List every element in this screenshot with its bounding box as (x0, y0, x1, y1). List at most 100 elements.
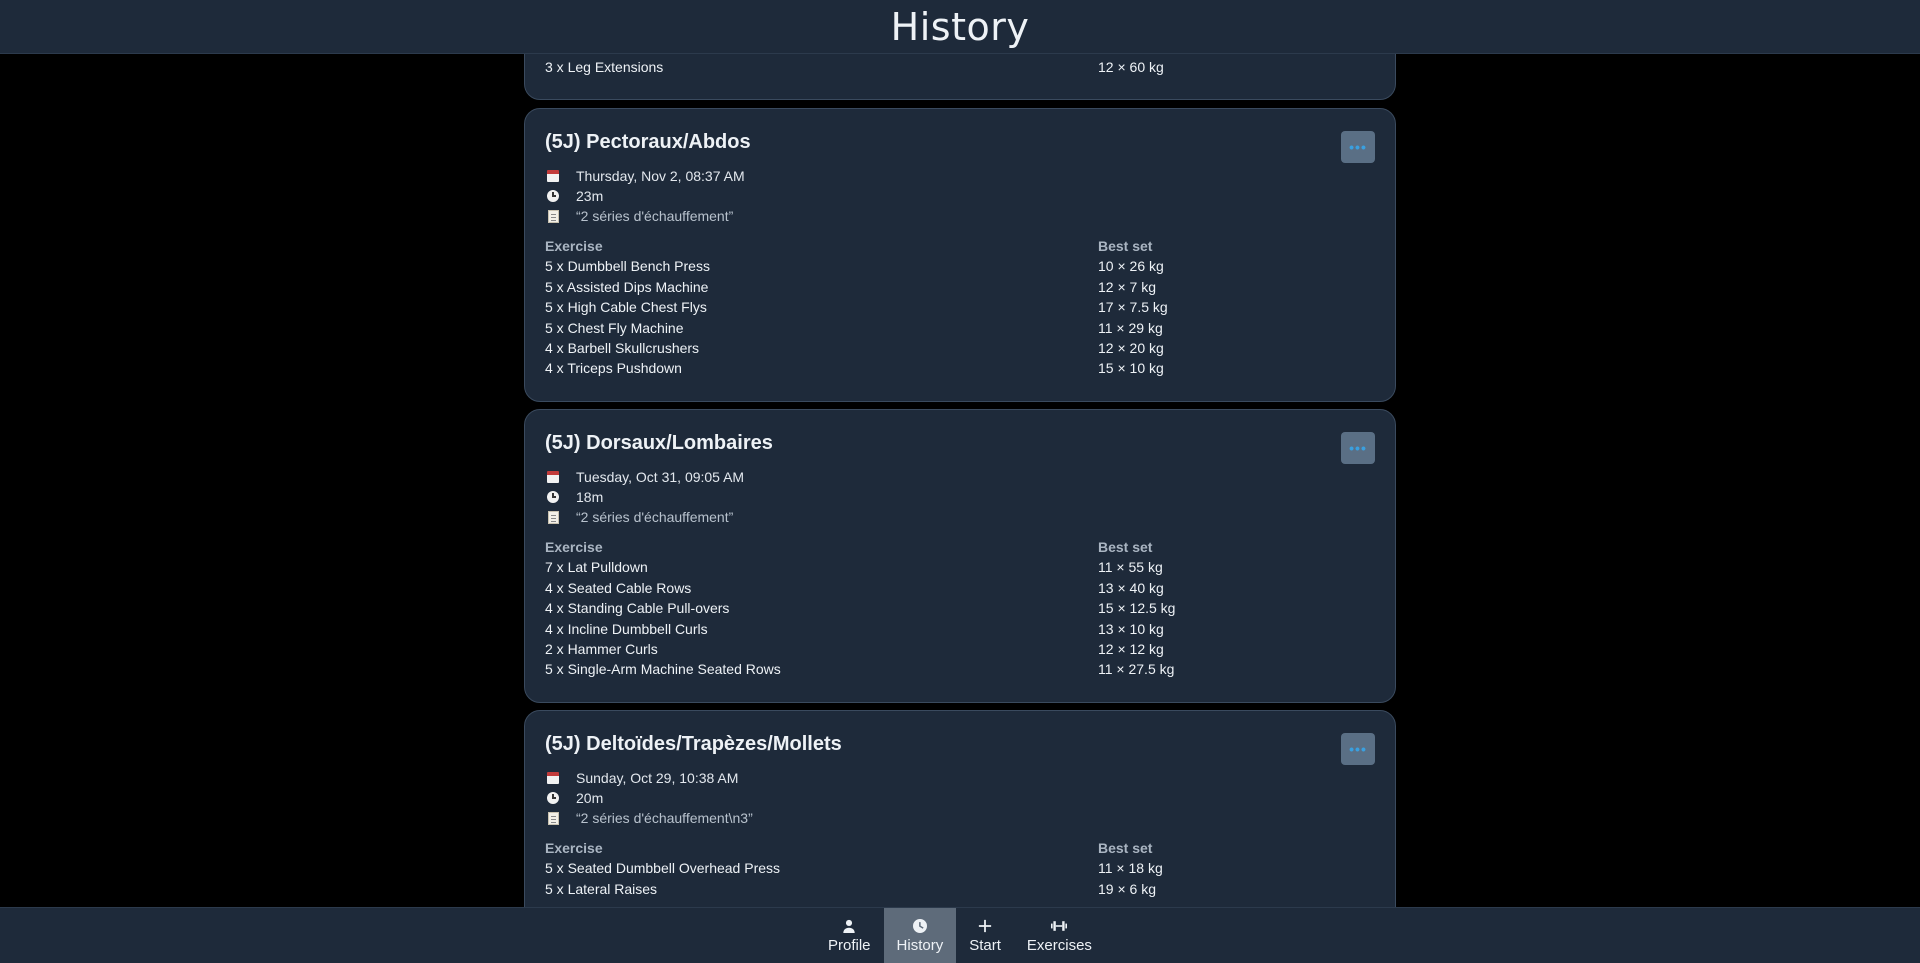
nav-start[interactable]: Start (956, 908, 1014, 963)
workout-title: (5J) Deltoïdes/Trapèzes/Mollets (545, 733, 842, 755)
table-row: 5 x High Cable Chest Flys 17 × 7.5 kg (545, 299, 1375, 319)
workout-date: Tuesday, Oct 31, 09:05 AM (545, 467, 744, 487)
workout-duration: 18m (545, 487, 744, 507)
exercise-name: 2 x Hammer Curls (545, 640, 658, 657)
page-title: History (890, 4, 1030, 49)
nav-label: Profile (828, 937, 871, 954)
best-set-column-header: Best set (1098, 238, 1153, 254)
exercise-name: 4 x Seated Cable Rows (545, 579, 692, 596)
table-row: 3 x Leg Extensions 12 × 60 kg (545, 59, 1375, 79)
best-set: 11 × 55 kg (1098, 559, 1163, 576)
best-set: 12 × 60 kg (1098, 59, 1164, 75)
best-set: 11 × 18 kg (1098, 860, 1163, 877)
workout-card[interactable]: (5J) Dorsaux/Lombaires ••• Tuesday, Oct … (524, 409, 1396, 703)
exercise-column-header: Exercise (545, 539, 603, 555)
table-header: Exercise Best set (545, 238, 1375, 258)
history-feed[interactable]: 3 x Leg Extensions 12 × 60 kg (5J) Pecto… (524, 0, 1396, 907)
workout-card[interactable]: (5J) Deltoïdes/Trapèzes/Mollets ••• Sund… (524, 710, 1396, 907)
clock-icon (545, 189, 561, 203)
nav-label: Exercises (1026, 937, 1092, 954)
workout-menu-button[interactable]: ••• (1341, 131, 1375, 163)
workout-menu-button[interactable]: ••• (1341, 733, 1375, 765)
workout-date: Thursday, Nov 2, 08:37 AM (545, 166, 745, 186)
best-set-column-header: Best set (1098, 840, 1153, 856)
person-icon (841, 918, 857, 934)
table-row: 7 x Lat Pulldown 11 × 55 kg (545, 559, 1375, 579)
exercise-name: 4 x Triceps Pushdown (545, 360, 682, 377)
table-row: 5 x Seated Dumbbell Overhead Press 11 × 1… (545, 860, 1375, 880)
calendar-icon (545, 771, 561, 785)
more-icon: ••• (1349, 741, 1367, 757)
exercise-column-header: Exercise (545, 840, 603, 856)
workout-meta: Thursday, Nov 2, 08:37 AM 23m “2 séries … (545, 166, 745, 226)
clock-icon (912, 918, 928, 934)
workout-note: “2 séries d'échauffement” (545, 507, 744, 527)
exercise-column-header: Exercise (545, 238, 603, 254)
app-header: History (0, 0, 1920, 54)
nav-history[interactable]: History (883, 908, 957, 963)
plus-icon (977, 918, 993, 934)
best-set: 17 × 7.5 kg (1098, 299, 1168, 316)
exercise-table: Exercise Best set 5 x Dumbbell Bench Pre… (545, 238, 1375, 381)
memo-icon (545, 811, 561, 825)
exercise-name: 5 x Assisted Dips Machine (545, 278, 709, 295)
calendar-icon (545, 470, 561, 484)
best-set: 11 × 29 kg (1098, 319, 1163, 336)
best-set: 11 × 27.5 kg (1098, 661, 1175, 678)
nav-exercises[interactable]: Exercises (1014, 908, 1105, 963)
workout-menu-button[interactable]: ••• (1341, 432, 1375, 464)
exercise-name: 4 x Barbell Skullcrushers (545, 339, 700, 356)
table-row: 4 x Triceps Pushdown 15 × 10 kg (545, 360, 1375, 380)
table-row: 2 x Hammer Curls 12 × 12 kg (545, 641, 1375, 661)
best-set: 12 × 7 kg (1098, 278, 1156, 295)
exercise-name: 5 x Lateral Raises (545, 880, 658, 897)
clock-icon (545, 490, 561, 504)
nav-items: Profile History Start Exercises (815, 908, 1105, 963)
more-icon: ••• (1349, 139, 1367, 155)
exercise-name: 5 x Chest Fly Machine (545, 319, 684, 336)
exercise-name: 4 x Incline Dumbbell Curls (545, 620, 708, 637)
exercise-table: Exercise Best set 7 x Lat Pulldown 11 × 5… (545, 539, 1375, 682)
exercise-table: Exercise Best set 5 x Seated Dumbbell Ov… (545, 840, 1375, 901)
calendar-icon (545, 169, 561, 183)
best-set: 10 × 26 kg (1098, 258, 1164, 275)
exercise-name: 3 x Leg Extensions (545, 59, 664, 75)
app-root: History 3 x Leg Extensions 12 × 60 kg (5… (0, 0, 1920, 963)
memo-icon (545, 510, 561, 524)
table-row: 4 x Barbell Skullcrushers 12 × 20 kg (545, 340, 1375, 360)
best-set: 12 × 12 kg (1098, 640, 1164, 657)
clock-icon (545, 791, 561, 805)
exercise-name: 7 x Lat Pulldown (545, 559, 648, 576)
workout-meta: Sunday, Oct 29, 10:38 AM 20m “2 séries d… (545, 768, 753, 828)
table-row: 4 x Standing Cable Pull-overs 15 × 12.5 k… (545, 600, 1375, 620)
bottom-nav: Profile History Start Exercises (0, 907, 1920, 963)
workout-title: (5J) Dorsaux/Lombaires (545, 432, 773, 454)
table-row: 5 x Lateral Raises 19 × 6 kg (545, 881, 1375, 901)
workout-note: “2 séries d'échauffement\n3” (545, 808, 753, 828)
exercise-name: 5 x High Cable Chest Flys (545, 299, 707, 316)
best-set: 12 × 20 kg (1098, 339, 1164, 356)
table-row: 5 x Chest Fly Machine 11 × 29 kg (545, 320, 1375, 340)
workout-card[interactable]: (5J) Pectoraux/Abdos ••• Thursday, Nov 2… (524, 108, 1396, 402)
best-set: 13 × 40 kg (1098, 579, 1164, 596)
dumbbell-icon (1051, 918, 1068, 934)
nav-profile[interactable]: Profile (815, 908, 884, 963)
exercise-table: 3 x Leg Extensions 12 × 60 kg (545, 59, 1375, 79)
nav-label: History (896, 937, 944, 954)
table-row: 5 x Assisted Dips Machine 12 × 7 kg (545, 279, 1375, 299)
table-row: 4 x Seated Cable Rows 13 × 40 kg (545, 580, 1375, 600)
workout-duration: 23m (545, 186, 745, 206)
table-row: 4 x Incline Dumbbell Curls 13 × 10 kg (545, 621, 1375, 641)
table-row: 5 x Single-Arm Machine Seated Rows 11 × 2… (545, 661, 1375, 681)
best-set: 19 × 6 kg (1098, 880, 1156, 897)
exercise-name: 5 x Single-Arm Machine Seated Rows (545, 661, 781, 678)
best-set-column-header: Best set (1098, 539, 1153, 555)
nav-label: Start (969, 937, 1001, 954)
table-header: Exercise Best set (545, 539, 1375, 559)
workout-duration: 20m (545, 788, 753, 808)
more-icon: ••• (1349, 440, 1367, 456)
best-set: 15 × 12.5 kg (1098, 600, 1176, 617)
exercise-name: 5 x Dumbbell Bench Press (545, 258, 710, 275)
table-row: 5 x Dumbbell Bench Press 10 × 26 kg (545, 258, 1375, 278)
exercise-name: 4 x Standing Cable Pull-overs (545, 600, 730, 617)
